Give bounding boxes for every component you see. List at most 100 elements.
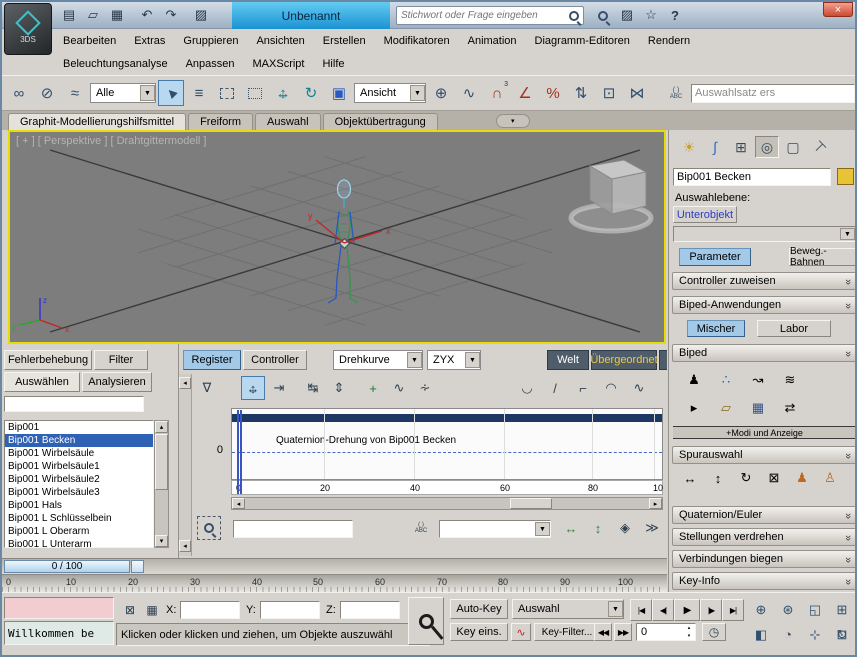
ribbon-minimize-icon[interactable]: ▾: [495, 114, 530, 128]
tab-fehlerbehebung[interactable]: Fehlerbehebung: [4, 350, 92, 370]
tab-auswahl[interactable]: Auswahl: [255, 113, 321, 130]
track-strip[interactable]: ◂ ◂: [179, 374, 192, 556]
create-tab-icon[interactable]: ☀: [677, 136, 701, 158]
curve-h-scrollbar[interactable]: ◂ ▸: [231, 497, 663, 510]
scroll-left-icon[interactable]: ◂: [232, 498, 245, 509]
name-filter-input[interactable]: [4, 396, 144, 412]
tangent-linear-icon[interactable]: /: [543, 376, 567, 400]
modify-tab-icon[interactable]: ∫: [703, 136, 727, 158]
tangent-auto-icon[interactable]: ◡: [515, 376, 539, 400]
absolute-offset-mode-icon[interactable]: ▦: [142, 601, 162, 619]
key-time-field[interactable]: [233, 520, 353, 538]
list-item[interactable]: Bip001 Wirbelsäule: [5, 447, 153, 460]
rollout-biped-apps[interactable]: Biped-Anwendungen»: [672, 296, 855, 314]
list-item[interactable]: Bip001 Hals: [5, 499, 153, 512]
parameter-tab-button[interactable]: Parameter: [679, 248, 751, 266]
zoom-region-icon[interactable]: ◧: [748, 623, 774, 646]
default-tangent-icon[interactable]: ∿: [511, 623, 531, 641]
menu-animation[interactable]: Animation: [459, 35, 526, 47]
search-dropdown-icon[interactable]: [592, 6, 614, 26]
key-filter-button[interactable]: Key-Filter...: [534, 623, 600, 641]
select-and-scale-icon[interactable]: ▣: [326, 80, 352, 106]
time-configuration-icon[interactable]: ◷: [702, 623, 726, 641]
scrollbar-thumb[interactable]: [510, 498, 552, 509]
tangent-step-icon[interactable]: ⌐: [571, 376, 595, 400]
rollout-key-info[interactable]: Key-Info»: [672, 572, 855, 590]
menu-gruppieren[interactable]: Gruppieren: [174, 35, 247, 47]
communication-center-icon[interactable]: ▨: [616, 5, 638, 25]
select-and-move-icon[interactable]: ↔ ↕: [270, 80, 296, 106]
time-slider-handle[interactable]: 0 / 100: [4, 560, 130, 573]
previous-key-button[interactable]: ◀◀: [594, 623, 612, 641]
select-by-name-icon[interactable]: ≡: [186, 80, 212, 106]
new-file-icon[interactable]: ▤: [58, 5, 80, 25]
filter-icon[interactable]: ∇: [195, 376, 219, 400]
selection-set-dropdown[interactable]: Auswahl ▼: [512, 599, 624, 619]
perspective-viewport[interactable]: [ + ] [ Perspektive ] [ Drahtgittermodel…: [8, 130, 666, 344]
set-key-mode-button[interactable]: Key eins.: [450, 623, 508, 641]
menu-ansichten[interactable]: Ansichten: [247, 35, 313, 47]
select-and-link-icon[interactable]: ∞: [6, 80, 32, 106]
mixer-mode-icon[interactable]: ≋: [777, 368, 803, 392]
strip-collapse-top-icon[interactable]: ◂: [179, 377, 191, 389]
angle-snap-icon[interactable]: ∠: [512, 80, 538, 106]
list-item[interactable]: Bip001 L Schlüsselbein: [5, 512, 153, 525]
list-item[interactable]: Bip001 Wirbelsäule3: [5, 486, 153, 499]
maximize-viewport-icon[interactable]: ⊡: [829, 623, 855, 646]
scale-values-icon[interactable]: ⇕: [327, 376, 351, 400]
close-button[interactable]: ×: [823, 2, 853, 17]
play-button[interactable]: ▶: [674, 599, 700, 621]
named-selection-sets-icon[interactable]: ⊡: [596, 80, 622, 106]
tangent-fast-icon[interactable]: ◠: [599, 376, 623, 400]
subobject-level-dropdown[interactable]: ▼: [673, 226, 855, 242]
menu-bearbeiten[interactable]: Bearbeiten: [54, 35, 125, 47]
scroll-down-icon[interactable]: ▾: [155, 535, 168, 547]
open-file-icon[interactable]: ▱: [82, 5, 104, 25]
menu-rendern[interactable]: Rendern: [639, 35, 699, 47]
curve-type-dropdown[interactable]: Drehkurve ▼: [333, 350, 423, 370]
curve-timeline[interactable]: 0 20 40 60 80 10: [231, 480, 663, 495]
key-value-field[interactable]: ▼: [439, 520, 551, 538]
zoom-icon[interactable]: ⊕: [748, 598, 774, 621]
lock-com-icon[interactable]: ⊠: [761, 468, 787, 488]
manage-scene-icon[interactable]: ▨: [190, 5, 212, 25]
previous-frame-button[interactable]: ◀|: [652, 599, 674, 621]
subobject-button[interactable]: Unterobjekt: [673, 206, 737, 223]
symmetry-left-icon[interactable]: ♟: [789, 468, 815, 488]
tab-graphit-modellierung[interactable]: Graphit-Modellierungshilfsmittel: [8, 113, 187, 130]
next-key-button[interactable]: ▶▶: [614, 623, 632, 641]
reduce-keys-icon[interactable]: ∻: [413, 376, 437, 400]
hierarchy-tab-icon[interactable]: ⊞: [729, 136, 753, 158]
rollout-biped[interactable]: Biped»: [672, 344, 855, 362]
menu-hilfe[interactable]: Hilfe: [313, 58, 353, 70]
application-menu-button[interactable]: 3DS: [4, 3, 52, 55]
snap-toggle-3d-icon[interactable]: ∩ 3: [484, 80, 510, 106]
set-key-button[interactable]: [408, 597, 444, 645]
scroll-right-icon[interactable]: ▸: [649, 498, 662, 509]
tangent-slow-icon[interactable]: ∿: [627, 376, 651, 400]
frame-value-extents-icon[interactable]: ↕: [586, 516, 610, 540]
register-button[interactable]: Register: [183, 350, 241, 370]
infocenter-search[interactable]: [396, 6, 584, 25]
frame-spinner[interactable]: ▴ ▾: [683, 624, 695, 640]
draw-curves-icon[interactable]: ∿: [387, 376, 411, 400]
menu-beleuchtungsanalyse[interactable]: Beleuchtungsanalyse: [54, 58, 177, 70]
keyboard-override-icon[interactable]: ( ) ABC: [663, 80, 689, 106]
window-crossing-icon[interactable]: [242, 80, 268, 106]
mirror-icon[interactable]: ⋈: [624, 80, 650, 106]
frame-horizontal-extents-icon[interactable]: ↔: [559, 516, 583, 540]
select-keys-icon[interactable]: ◈: [613, 516, 637, 540]
menu-anpassen[interactable]: Anpassen: [177, 58, 244, 70]
list-item[interactable]: Bip001 Wirbelsäule2: [5, 473, 153, 486]
mixer-button[interactable]: Mischer: [687, 320, 745, 337]
favorites-star-icon[interactable]: ☆: [640, 5, 662, 25]
list-item[interactable]: Bip001 L Oberarm: [5, 525, 153, 538]
list-item[interactable]: Bip001: [5, 421, 153, 434]
display-tab-icon[interactable]: ▢: [781, 136, 805, 158]
zoom-extents-all-icon[interactable]: ⊞: [829, 598, 855, 621]
move-keys-icon[interactable]: ↔ ↕: [241, 376, 265, 400]
current-frame-field[interactable]: 0 ▴ ▾: [636, 623, 696, 641]
workbench-button[interactable]: Labor: [757, 320, 831, 337]
rollout-quaternion-euler[interactable]: Quaternion/Euler»: [672, 506, 855, 524]
rotation-order-dropdown[interactable]: ZYX ▼: [427, 350, 481, 370]
